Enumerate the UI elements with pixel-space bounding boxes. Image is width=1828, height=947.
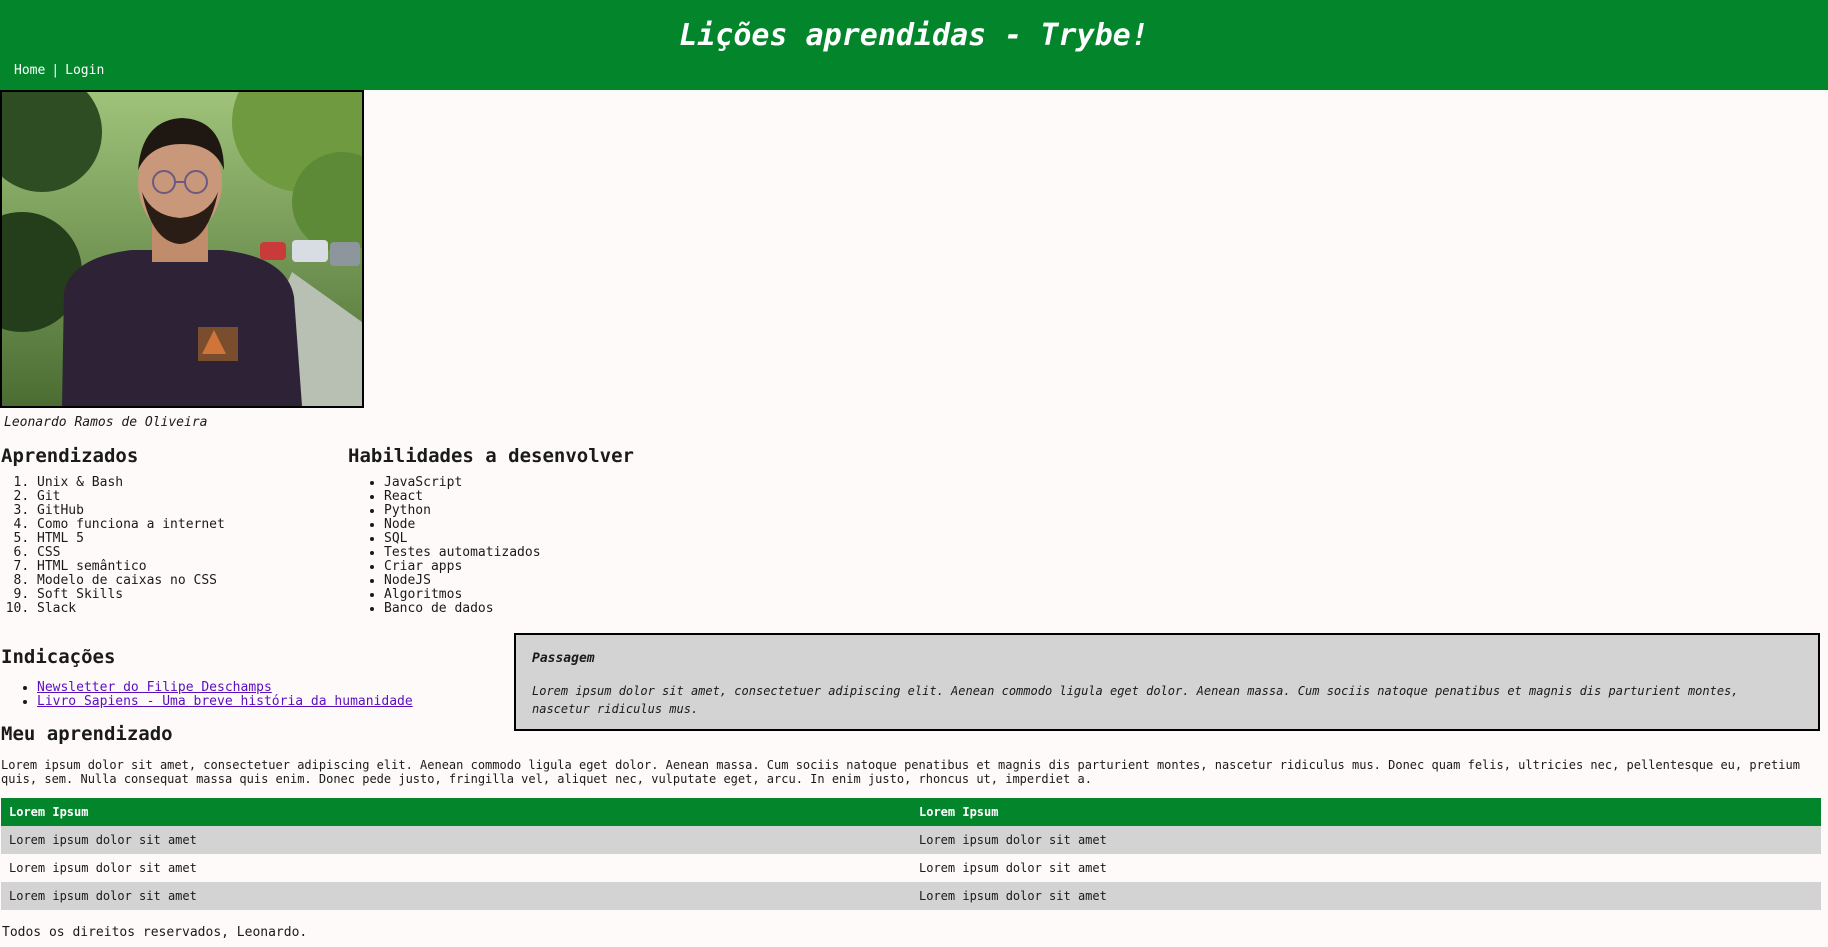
sapiens-book-link[interactable]: Livro Sapiens - Uma breve história da hu…: [37, 694, 413, 709]
table-cell: Lorem ipsum dolor sit amet: [911, 854, 1821, 882]
table-header-cell: Lorem Ipsum: [911, 798, 1821, 826]
list-item: Git: [37, 490, 341, 504]
table-row: Lorem ipsum dolor sit amet Lorem ipsum d…: [1, 826, 1821, 854]
habilidades-list: JavaScript React Python Node SQL Testes …: [348, 476, 748, 616]
nav-link-login[interactable]: Login: [65, 63, 104, 78]
aprendizados-heading: Aprendizados: [1, 445, 139, 467]
table-row: Lorem ipsum dolor sit amet Lorem ipsum d…: [1, 854, 1821, 882]
top-nav: Home | Login: [14, 62, 104, 80]
list-item: Soft Skills: [37, 588, 341, 602]
page-header: Lições aprendidas - Trybe! Home | Login: [0, 0, 1828, 90]
table-cell: Lorem ipsum dolor sit amet: [1, 826, 911, 854]
lorem-table: Lorem Ipsum Lorem Ipsum Lorem ipsum dolo…: [1, 798, 1821, 910]
list-item: Algoritmos: [384, 588, 748, 602]
list-item: Como funciona a internet: [37, 518, 341, 532]
indicacoes-heading: Indicações: [1, 646, 116, 668]
list-item: Slack: [37, 602, 341, 616]
list-item: Node: [384, 518, 748, 532]
meu-aprendizado-heading: Meu aprendizado: [1, 723, 173, 745]
table-cell: Lorem ipsum dolor sit amet: [911, 882, 1821, 910]
table-header-row: Lorem Ipsum Lorem Ipsum: [1, 798, 1821, 826]
passagem-box: Passagem Lorem ipsum dolor sit amet, con…: [514, 633, 1820, 731]
newsletter-link[interactable]: Newsletter do Filipe Deschamps: [37, 680, 272, 695]
profile-photo: [0, 90, 364, 408]
list-item: React: [384, 490, 748, 504]
passagem-heading: Passagem: [532, 651, 595, 666]
page-title: Lições aprendidas - Trybe!: [679, 18, 1149, 53]
list-item: Modelo de caixas no CSS: [37, 574, 341, 588]
list-item: NodeJS: [384, 574, 748, 588]
meu-aprendizado-text: Lorem ipsum dolor sit amet, consectetuer…: [1, 758, 1800, 786]
habilidades-heading: Habilidades a desenvolver: [348, 445, 634, 467]
table-cell: Lorem ipsum dolor sit amet: [1, 882, 911, 910]
list-item: Testes automatizados: [384, 546, 748, 560]
list-item: HTML semântico: [37, 560, 341, 574]
list-item: JavaScript: [384, 476, 748, 490]
photo-caption: Leonardo Ramos de Oliveira: [4, 415, 208, 430]
table-row: Lorem ipsum dolor sit amet Lorem ipsum d…: [1, 882, 1821, 910]
list-item: Python: [384, 504, 748, 518]
list-item: Livro Sapiens - Uma breve história da hu…: [37, 695, 501, 709]
indicacoes-section: Indicações Newsletter do Filipe Deschamp…: [1, 645, 501, 709]
table-header-cell: Lorem Ipsum: [1, 798, 911, 826]
aprendizados-section: Aprendizados Unix & Bash Git GitHub Como…: [1, 444, 341, 616]
table-cell: Lorem ipsum dolor sit amet: [1, 854, 911, 882]
indicacoes-list: Newsletter do Filipe Deschamps Livro Sap…: [1, 681, 501, 709]
profile-photo-image: [2, 92, 362, 406]
list-item: Newsletter do Filipe Deschamps: [37, 681, 501, 695]
list-item: Criar apps: [384, 560, 748, 574]
list-item: HTML 5: [37, 532, 341, 546]
meu-aprendizado-section: Meu aprendizado Lorem ipsum dolor sit am…: [1, 722, 1823, 786]
list-item: Banco de dados: [384, 602, 748, 616]
nav-separator: |: [51, 63, 60, 78]
list-item: CSS: [37, 546, 341, 560]
passagem-text: Lorem ipsum dolor sit amet, consectetuer…: [532, 684, 1739, 716]
table-cell: Lorem ipsum dolor sit amet: [911, 826, 1821, 854]
habilidades-section: Habilidades a desenvolver JavaScript Rea…: [348, 444, 748, 616]
list-item: SQL: [384, 532, 748, 546]
list-item: Unix & Bash: [37, 476, 341, 490]
nav-link-home[interactable]: Home: [14, 63, 45, 78]
page-footer: Todos os direitos reservados, Leonardo.: [2, 925, 308, 940]
aprendizados-list: Unix & Bash Git GitHub Como funciona a i…: [1, 476, 341, 616]
list-item: GitHub: [37, 504, 341, 518]
